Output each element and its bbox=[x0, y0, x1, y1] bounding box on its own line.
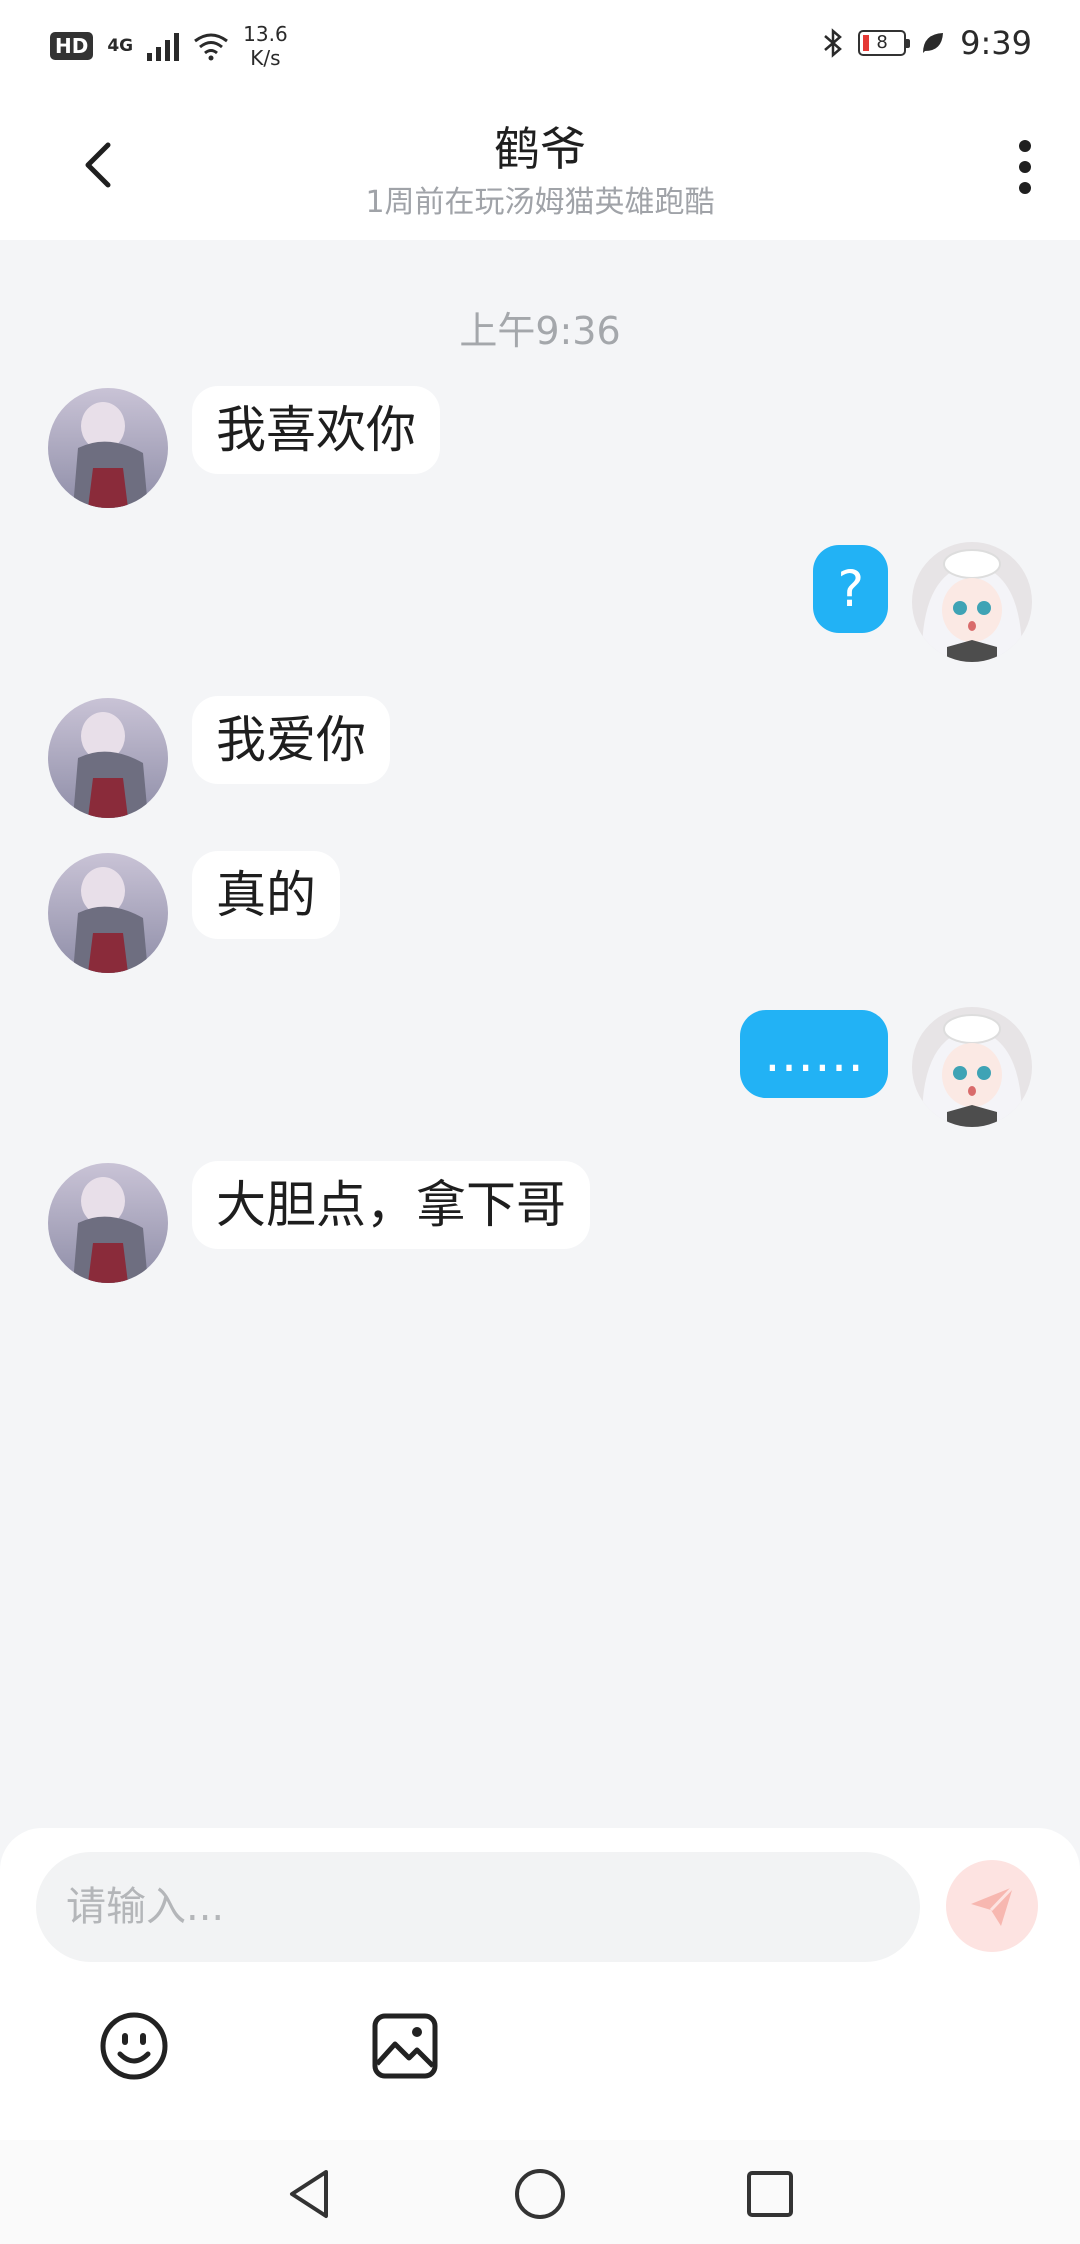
message-bubble[interactable]: ? bbox=[813, 545, 888, 633]
speed-value: 13.6 bbox=[243, 22, 288, 46]
chat-area[interactable]: 上午9:36 我喜欢你 ? 我爱你 真的 …… 大胆点，拿下哥 bbox=[0, 240, 1080, 1830]
message-row-outgoing: …… bbox=[740, 1007, 1032, 1127]
status-left: HD 4G 13.6 K/s bbox=[50, 22, 288, 70]
emoji-icon bbox=[100, 2012, 168, 2080]
message-row-incoming: 大胆点，拿下哥 bbox=[48, 1161, 590, 1283]
status-time: 9:39 bbox=[960, 24, 1032, 62]
contact-avatar[interactable] bbox=[48, 698, 168, 818]
contact-status: 1周前在玩汤姆猫英雄跑酷 bbox=[365, 185, 715, 220]
system-navigation-bar bbox=[0, 2140, 1080, 2244]
triangle-back-icon bbox=[290, 2170, 328, 2218]
circle-home-icon bbox=[515, 2169, 565, 2219]
message-row-outgoing: ? bbox=[813, 542, 1032, 662]
message-bubble[interactable]: 我喜欢你 bbox=[192, 386, 440, 474]
message-row-incoming: 我爱你 bbox=[48, 696, 390, 818]
nav-back-button[interactable] bbox=[282, 2166, 338, 2222]
battery-level: 8 bbox=[876, 32, 888, 53]
message-bubble[interactable]: …… bbox=[740, 1010, 888, 1098]
speed-unit: K/s bbox=[250, 46, 281, 70]
bluetooth-icon bbox=[824, 28, 843, 58]
contact-avatar[interactable] bbox=[48, 388, 168, 508]
contact-avatar[interactable] bbox=[48, 853, 168, 973]
nav-recents-button[interactable] bbox=[742, 2166, 798, 2222]
hd-badge: HD bbox=[50, 32, 94, 60]
network-speed: 13.6 K/s bbox=[243, 22, 288, 70]
square-recents-icon bbox=[747, 2171, 793, 2217]
message-bubble[interactable]: 大胆点，拿下哥 bbox=[192, 1161, 590, 1249]
nav-home-button[interactable] bbox=[512, 2166, 568, 2222]
image-button[interactable] bbox=[369, 2010, 441, 2082]
my-avatar[interactable] bbox=[912, 542, 1032, 662]
more-vertical-icon bbox=[1019, 140, 1031, 194]
signal-icon bbox=[147, 31, 180, 61]
message-row-incoming: 真的 bbox=[48, 851, 340, 973]
contact-avatar[interactable] bbox=[48, 1163, 168, 1283]
send-button[interactable] bbox=[946, 1860, 1038, 1952]
status-bar: HD 4G 13.6 K/s 8 9:39 bbox=[0, 0, 1080, 95]
contact-name: 鹤爷 bbox=[494, 122, 586, 176]
image-icon bbox=[372, 2013, 438, 2079]
message-composer bbox=[0, 1828, 1080, 2140]
message-input[interactable] bbox=[64, 1883, 888, 1931]
message-timestamp: 上午9:36 bbox=[459, 309, 621, 353]
my-avatar[interactable] bbox=[912, 1007, 1032, 1127]
wifi-icon bbox=[194, 33, 229, 61]
chat-header: 鹤爷 1周前在玩汤姆猫英雄跑酷 bbox=[0, 95, 1080, 240]
message-bubble[interactable]: 我爱你 bbox=[192, 696, 390, 784]
message-input-container[interactable] bbox=[36, 1852, 920, 1962]
network-type: 4G bbox=[107, 36, 134, 56]
emoji-button[interactable] bbox=[98, 2010, 170, 2082]
message-bubble[interactable]: 真的 bbox=[192, 851, 340, 939]
more-button[interactable] bbox=[1000, 137, 1050, 197]
status-right: 8 9:39 bbox=[822, 24, 1032, 62]
leaf-icon bbox=[923, 33, 944, 53]
battery-icon: 8 bbox=[858, 30, 911, 56]
send-icon bbox=[971, 1885, 1015, 1926]
message-row-incoming: 我喜欢你 bbox=[48, 386, 440, 508]
